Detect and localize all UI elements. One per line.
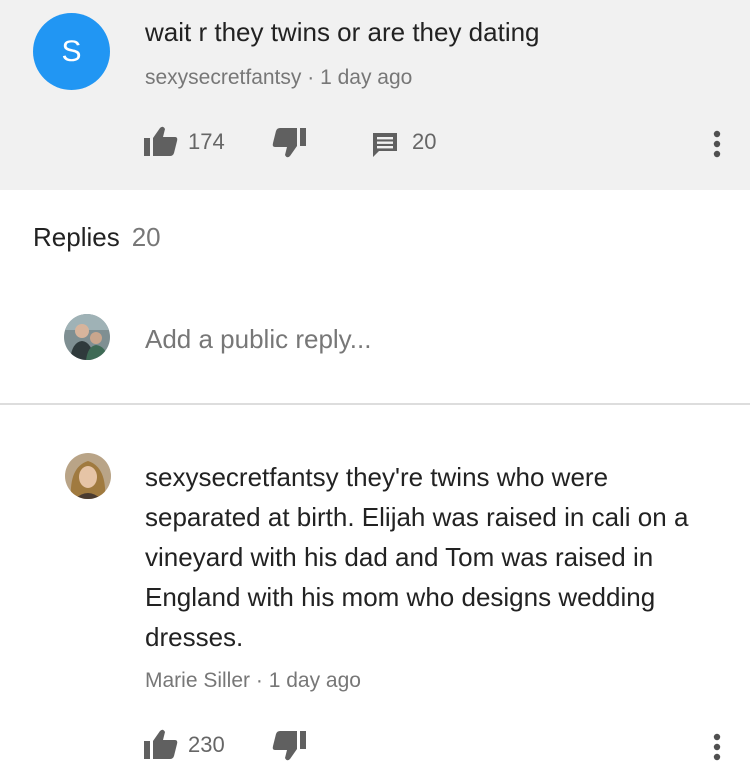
- comment-actions: 174 20: [0, 122, 750, 162]
- comment-icon[interactable]: [371, 131, 399, 159]
- top-comment: S wait r they twins or are they dating s…: [0, 0, 750, 190]
- thumb-up-icon[interactable]: [144, 728, 178, 760]
- like-count: 174: [188, 129, 225, 154]
- thumb-up-icon[interactable]: [144, 125, 178, 157]
- comment-text: wait r they twins or are they dating: [145, 17, 540, 47]
- more-vertical-icon[interactable]: [712, 733, 722, 761]
- meta-separator: ·: [250, 669, 269, 692]
- user-avatar-icon: [64, 314, 110, 360]
- comment-time: 1 day ago: [320, 66, 413, 89]
- meta-separator: ·: [301, 66, 321, 89]
- replies-count: 20: [131, 222, 161, 252]
- reply-actions: 230: [0, 725, 750, 765]
- thumb-down-icon[interactable]: [272, 128, 306, 160]
- reply-text: sexysecretfantsy they're twins who were …: [145, 462, 689, 652]
- comment-meta: sexysecretfantsy · 1 day ago: [145, 66, 412, 90]
- divider: [0, 403, 750, 405]
- reply-meta: Marie Siller · 1 day ago: [145, 669, 361, 693]
- replies-label: Replies: [33, 222, 120, 252]
- reply-avatar[interactable]: [65, 453, 111, 499]
- thumb-down-icon[interactable]: [272, 731, 306, 763]
- reply-count: 20: [412, 129, 437, 154]
- comment-author[interactable]: sexysecretfantsy: [145, 66, 301, 89]
- reply-input[interactable]: Add a public reply...: [145, 324, 371, 355]
- reply-time: 1 day ago: [268, 669, 361, 692]
- like-count: 230: [188, 732, 225, 757]
- author-avatar[interactable]: S: [33, 13, 110, 90]
- replies-header: Replies 20: [33, 222, 161, 253]
- avatar-letter: S: [61, 34, 82, 68]
- more-vertical-icon[interactable]: [712, 130, 722, 158]
- reply-author[interactable]: Marie Siller: [145, 669, 250, 692]
